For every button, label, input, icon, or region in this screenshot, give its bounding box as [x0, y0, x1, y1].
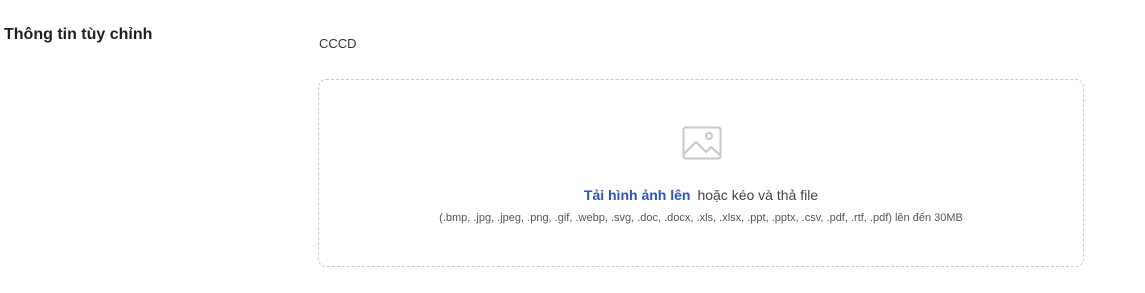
file-upload-dropzone[interactable]: Tải hình ảnh lên hoặc kéo và thả file (.b… — [318, 79, 1084, 267]
section-title: Thông tin tùy chỉnh — [4, 26, 153, 43]
field-label-cccd: CCCD — [319, 36, 357, 51]
upload-instruction: Tải hình ảnh lên hoặc kéo và thả file — [319, 187, 1083, 203]
image-placeholder-icon — [682, 126, 722, 160]
upload-image-link[interactable]: Tải hình ảnh lên — [584, 187, 691, 203]
allowed-formats-text: (.bmp, .jpg, .jpeg, .png, .gif, .webp, .… — [439, 212, 963, 224]
custom-info-section: Thông tin tùy chỉnh CCCD Tải hình ảnh lê… — [0, 0, 1145, 293]
drag-drop-text: hoặc kéo và thả file — [697, 187, 819, 203]
